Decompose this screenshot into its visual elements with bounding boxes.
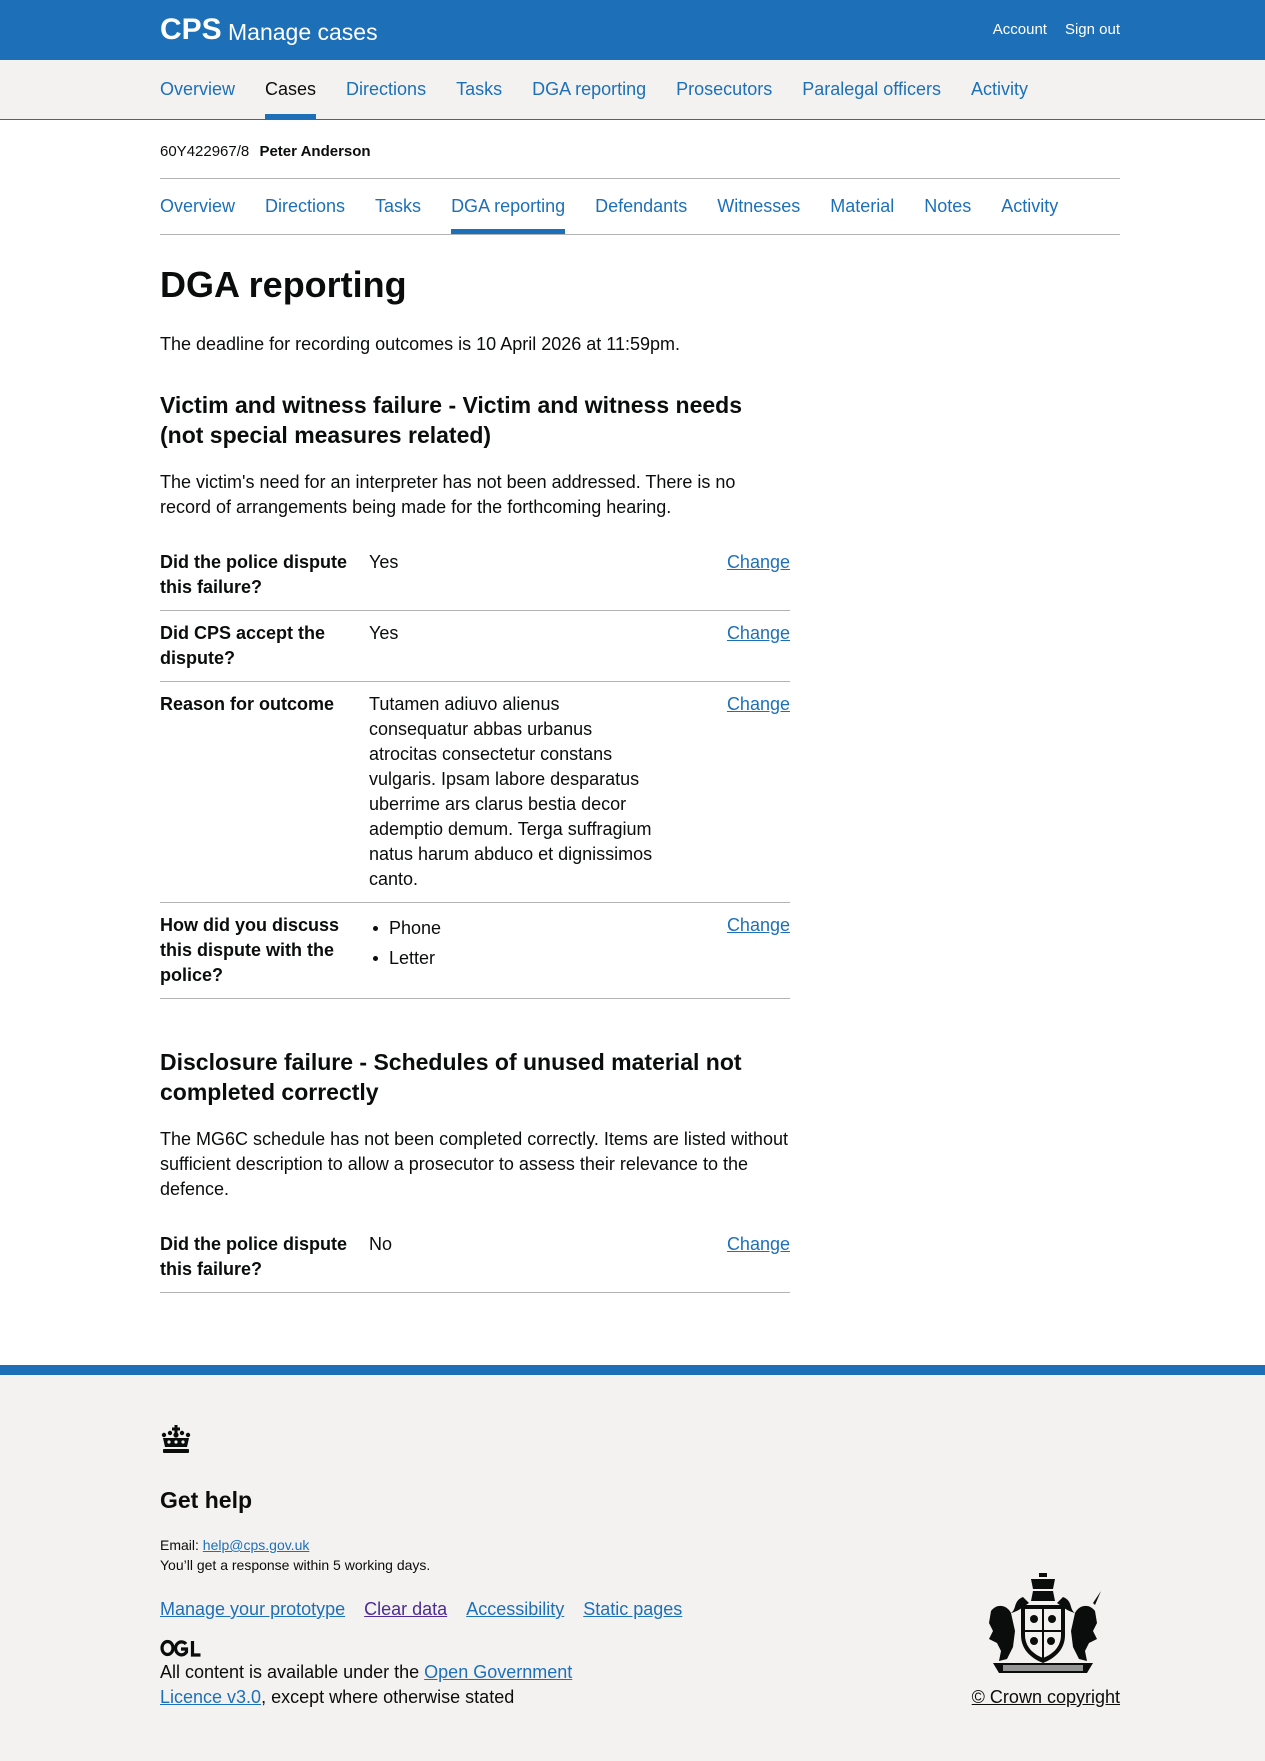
royal-coat-of-arms-icon xyxy=(989,1573,1101,1673)
summary-row: Did CPS accept the dispute? Yes Change xyxy=(160,611,790,682)
sign-out-link[interactable]: Sign out xyxy=(1065,20,1120,40)
footer-link-accessibility[interactable]: Accessibility xyxy=(466,1597,564,1622)
failure-description: The MG6C schedule has not been completed… xyxy=(160,1129,788,1199)
summary-value: Yes xyxy=(369,623,399,643)
footer-link-static-pages[interactable]: Static pages xyxy=(583,1597,682,1622)
crown-icon xyxy=(161,1425,191,1453)
primary-nav-item-directions[interactable]: Directions xyxy=(346,60,426,119)
failure-heading: Victim and witness failure - Victim and … xyxy=(160,392,742,448)
failure-heading: Disclosure failure - Schedules of unused… xyxy=(160,1049,742,1105)
failure-description: The victim's need for an interpreter has… xyxy=(160,472,736,517)
defendant-name: Peter Anderson xyxy=(259,143,371,160)
change-link[interactable]: Change xyxy=(727,623,790,643)
main-content: DGA reporting The deadline for recording… xyxy=(160,260,790,1341)
cps-logo[interactable]: CPS xyxy=(160,12,222,48)
crown-copyright-link[interactable]: © Crown copyright xyxy=(972,1685,1120,1710)
summary-list: Did the police dispute this failure? Yes C… xyxy=(160,540,790,999)
summary-key: Did the police dispute this failure? xyxy=(160,1234,348,1279)
page-title: DGA reporting xyxy=(160,264,407,305)
case-sub-navigation: Overview Directions Tasks DGA reporting Defe… xyxy=(160,178,1120,235)
help-email-link[interactable]: help@cps.gov.uk xyxy=(203,1537,310,1553)
summary-value: No xyxy=(369,1234,393,1254)
tab-activity[interactable]: Activity xyxy=(1001,179,1058,234)
service-name[interactable]: Manage cases xyxy=(228,17,378,47)
tab-tasks[interactable]: Tasks xyxy=(375,179,421,234)
summary-value: Tutamen adiuvo alienus consequatur abbas… xyxy=(369,694,653,889)
case-reference: 60Y422967/8 xyxy=(160,143,250,160)
site-footer: Get help Email: help@cps.gov.uk You’ll g… xyxy=(0,1365,1265,1761)
get-help-heading: Get help xyxy=(160,1487,253,1513)
summary-value: Yes xyxy=(369,552,399,572)
primary-nav-item-dga-reporting[interactable]: DGA reporting xyxy=(532,60,646,119)
summary-action: Change xyxy=(669,913,790,988)
email-label: Email: xyxy=(160,1537,199,1553)
licence-text: All content is available under the Open … xyxy=(160,1660,600,1710)
primary-nav-item-paralegal-officers[interactable]: Paralegal officers xyxy=(802,60,941,119)
summary-key: How did you discuss this dispute with th… xyxy=(160,915,340,985)
help-email-line: Email: help@cps.gov.uk xyxy=(160,1535,309,1555)
change-link[interactable]: Change xyxy=(727,915,790,935)
list-item: Letter xyxy=(369,943,657,973)
list-item: Phone xyxy=(369,913,657,943)
tab-dga-reporting[interactable]: DGA reporting xyxy=(451,179,566,234)
summary-row: How did you discuss this dispute with th… xyxy=(160,903,790,999)
licence-prefix: All content is available under the xyxy=(160,1662,425,1682)
primary-nav-item-activity[interactable]: Activity xyxy=(971,60,1028,119)
footer-links: Manage your prototype Clear data Accessibi… xyxy=(160,1597,682,1622)
summary-key: Reason for outcome xyxy=(160,694,335,714)
deadline-text: The deadline for recording outcomes is 1… xyxy=(160,334,680,354)
change-link[interactable]: Change xyxy=(727,694,790,714)
footer-link-clear-data[interactable]: Clear data xyxy=(364,1597,447,1622)
licence-suffix: , except where otherwise stated xyxy=(261,1687,515,1707)
ogl-logo-icon xyxy=(160,1639,201,1657)
tab-notes[interactable]: Notes xyxy=(924,179,971,234)
tab-witnesses[interactable]: Witnesses xyxy=(717,179,800,234)
primary-navigation: Overview Cases Directions Tasks DGA reportin… xyxy=(0,60,1265,120)
summary-row: Did the police dispute this failure? No Ch… xyxy=(160,1222,790,1293)
summary-row: Did the police dispute this failure? Yes C… xyxy=(160,540,790,611)
primary-nav-item-tasks[interactable]: Tasks xyxy=(456,60,502,119)
tab-defendants[interactable]: Defendants xyxy=(595,179,687,234)
failures-list: Victim and witness failure - Victim and … xyxy=(160,390,790,1293)
summary-action: Change xyxy=(669,1232,790,1282)
summary-value: Phone Letter xyxy=(369,913,669,988)
response-time-text: You’ll get a response within 5 working d… xyxy=(160,1557,431,1573)
summary-action: Change xyxy=(669,550,790,600)
primary-nav-item-overview[interactable]: Overview xyxy=(160,60,235,119)
primary-nav-item-cases[interactable]: Cases xyxy=(265,60,317,119)
summary-row: Reason for outcome Tutamen adiuvo alienus… xyxy=(160,682,790,903)
failure-section: Victim and witness failure - Victim and … xyxy=(160,390,790,999)
change-link[interactable]: Change xyxy=(727,1234,790,1254)
primary-nav-item-prosecutors[interactable]: Prosecutors xyxy=(676,60,772,119)
account-link[interactable]: Account xyxy=(993,20,1047,40)
tab-directions[interactable]: Directions xyxy=(265,179,345,234)
case-identity: 60Y422967/8 Peter Anderson xyxy=(160,142,371,162)
summary-action: Change xyxy=(669,621,790,671)
tab-overview[interactable]: Overview xyxy=(160,179,235,234)
change-link[interactable]: Change xyxy=(727,552,790,572)
header-account-links: Account Sign out xyxy=(993,20,1120,40)
failure-section: Disclosure failure - Schedules of unused… xyxy=(160,1047,790,1293)
summary-action: Change xyxy=(669,692,790,892)
site-header: CPS Manage cases Account Sign out xyxy=(0,0,1265,60)
summary-key: Did the police dispute this failure? xyxy=(160,552,348,597)
summary-key: Did CPS accept the dispute? xyxy=(160,623,326,668)
tab-material[interactable]: Material xyxy=(830,179,894,234)
contact-method-list: Phone Letter xyxy=(369,913,657,973)
summary-list: Did the police dispute this failure? No Ch… xyxy=(160,1222,790,1293)
footer-link-manage-your-prototype[interactable]: Manage your prototype xyxy=(160,1597,345,1622)
